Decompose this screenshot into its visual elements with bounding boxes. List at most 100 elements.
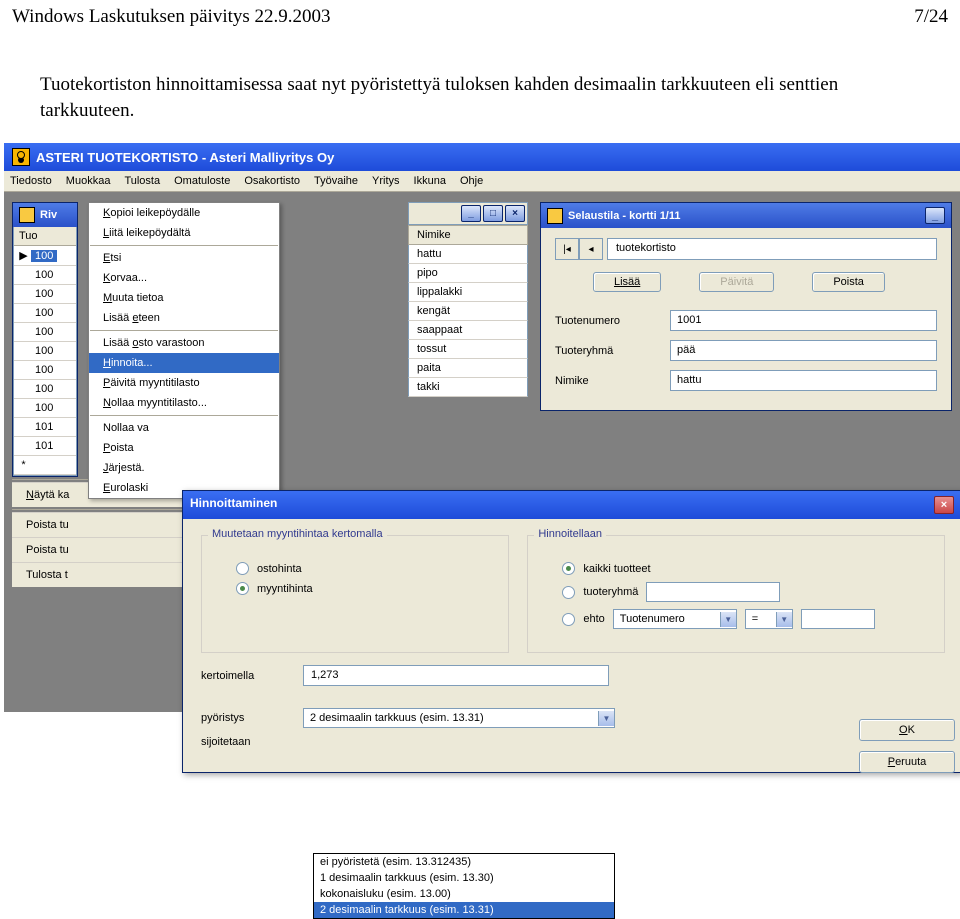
col-min-icon[interactable]: _ — [461, 205, 481, 222]
radio-ostohinta[interactable]: ostohinta — [236, 562, 492, 575]
dialog-close-icon[interactable]: × — [934, 496, 954, 514]
menu-tiedosto[interactable]: Tiedosto — [10, 175, 52, 187]
grid-row[interactable]: 100 — [14, 304, 76, 323]
dialog-titlebar: Hinnoittaminen × — [183, 491, 960, 519]
grid-row[interactable]: 100 — [14, 361, 76, 380]
menu-item[interactable]: Muuta tietoa — [89, 288, 279, 308]
grid-window-caption: Riv — [40, 209, 57, 221]
browse-min-icon[interactable]: _ — [925, 207, 945, 224]
form-row: Tuoteryhmäpää — [555, 340, 937, 361]
menu-tyovaihe[interactable]: Työvaihe — [314, 175, 358, 187]
radio-product-group[interactable]: tuoteryhmä — [562, 582, 928, 602]
nimike-header[interactable]: Nimike — [408, 225, 528, 245]
page-description: Tuotekortiston hinnoittamisessa saat nyt… — [0, 32, 960, 141]
delete-button[interactable]: Poista — [812, 272, 885, 292]
add-button[interactable]: Lisää — [593, 272, 661, 292]
nimike-item[interactable]: paita — [408, 359, 528, 378]
field-label: Nimike — [555, 375, 670, 387]
field-label: Tuoteryhmä — [555, 345, 670, 357]
menu-yritys[interactable]: Yritys — [372, 175, 400, 187]
nav-prev-button[interactable]: ◂ — [579, 238, 603, 260]
condition-op-combo[interactable]: =▼ — [745, 609, 793, 629]
col-max-icon[interactable]: □ — [483, 205, 503, 222]
nav-first-button[interactable]: |◂ — [555, 238, 579, 260]
ok-button[interactable]: OK — [859, 719, 955, 741]
grid-row[interactable]: 100 — [14, 399, 76, 418]
leftact-poista2[interactable]: Poista tu — [12, 537, 196, 562]
pyoristys-dropdown-list[interactable]: ei pyöristetä (esim. 13.312435)1 desimaa… — [313, 853, 615, 919]
group-scope-label: Hinnoitellaan — [534, 528, 606, 540]
menu-osakortisto[interactable]: Osakortisto — [244, 175, 300, 187]
menu-item[interactable]: Päivitä myyntitilasto — [89, 373, 279, 393]
menu-item[interactable]: Hinnoita... — [89, 353, 279, 373]
menu-omatuloste[interactable]: Omatuloste — [174, 175, 230, 187]
nimike-item[interactable]: tossut — [408, 340, 528, 359]
menu-item[interactable]: Nollaa va — [89, 418, 279, 438]
kerroin-label: kertoimella — [201, 670, 293, 682]
menu-item[interactable]: Lisää osto varastoon — [89, 333, 279, 353]
menu-ikkuna[interactable]: Ikkuna — [414, 175, 446, 187]
grid-row[interactable]: 100 — [14, 342, 76, 361]
browse-window: Selaustila - kortti 1/11 _ |◂ ◂ tuotekor… — [540, 202, 952, 411]
menu-item[interactable]: Etsi — [89, 248, 279, 268]
doc-header-right: 7/24 — [914, 6, 948, 28]
product-group-input[interactable] — [646, 582, 780, 602]
grid-row[interactable]: 101 — [14, 437, 76, 456]
nimike-item[interactable]: kengät — [408, 302, 528, 321]
kerroin-input[interactable]: 1,273 — [303, 665, 609, 686]
col-window-controls: _ □ × — [408, 202, 528, 225]
menu-tulosta[interactable]: Tulosta — [124, 175, 160, 187]
app-window: ASTERI TUOTEKORTISTO - Asteri Malliyrity… — [4, 143, 960, 712]
grid-row[interactable]: 100 — [14, 380, 76, 399]
grid-row[interactable]: ▶100 — [14, 246, 76, 266]
menubar[interactable]: Tiedosto Muokkaa Tulosta Omatuloste Osak… — [4, 171, 960, 192]
dropdown-option[interactable]: 1 desimaalin tarkkuus (esim. 13.30) — [314, 870, 614, 886]
nimike-item[interactable]: takki — [408, 378, 528, 397]
menu-item[interactable]: Kopioi leikepöydälle — [89, 203, 279, 223]
nimike-item[interactable]: hattu — [408, 245, 528, 264]
browse-titlebar: Selaustila - kortti 1/11 _ — [541, 203, 951, 228]
nimike-item[interactable]: saappaat — [408, 321, 528, 340]
dialog-title: Hinnoittaminen — [190, 496, 277, 514]
field-input[interactable]: hattu — [670, 370, 937, 391]
menu-ohje[interactable]: Ohje — [460, 175, 483, 187]
grid-row[interactable]: 101 — [14, 418, 76, 437]
nimike-item[interactable]: lippalakki — [408, 283, 528, 302]
dropdown-option[interactable]: 2 desimaalin tarkkuus (esim. 13.31) — [314, 902, 614, 918]
grid-window-icon — [19, 207, 35, 223]
cancel-button[interactable]: Peruuta — [859, 751, 955, 773]
dropdown-option[interactable]: kokonaisluku (esim. 13.00) — [314, 886, 614, 902]
menu-item[interactable]: Järjestä. — [89, 458, 279, 478]
grid-col-header[interactable]: Tuo — [14, 227, 76, 246]
grid-row[interactable]: 100 — [14, 266, 76, 285]
nav-source-text: tuotekortisto — [607, 238, 937, 260]
pricing-dialog: Hinnoittaminen × Muutetaan myyntihintaa … — [182, 490, 960, 773]
grid-new-row[interactable]: * — [14, 456, 76, 475]
menu-item[interactable]: Poista — [89, 438, 279, 458]
doc-header-left: Windows Laskutuksen päivitys 22.9.2003 — [12, 6, 331, 28]
dropdown-option[interactable]: ei pyöristetä (esim. 13.312435) — [314, 854, 614, 870]
leftact-poista1[interactable]: Poista tu — [12, 512, 196, 537]
grid-row[interactable]: 100 — [14, 323, 76, 342]
menu-item[interactable]: Nollaa myyntitilasto... — [89, 393, 279, 413]
titlebar: ASTERI TUOTEKORTISTO - Asteri Malliyrity… — [4, 143, 960, 171]
pyoristys-combo[interactable]: 2 desimaalin tarkkuus (esim. 13.31)▼ — [303, 708, 615, 728]
radio-myyntihinta[interactable]: myyntihinta — [236, 582, 492, 595]
condition-field-combo[interactable]: Tuotenumero▼ — [613, 609, 737, 629]
condition-value-input[interactable] — [801, 609, 875, 629]
menu-muokkaa[interactable]: Muokkaa — [66, 175, 111, 187]
menu-item[interactable]: Korvaa... — [89, 268, 279, 288]
field-input[interactable]: 1001 — [670, 310, 937, 331]
leftact-tulosta[interactable]: Tulosta t — [12, 562, 196, 587]
nimike-item[interactable]: pipo — [408, 264, 528, 283]
menu-item[interactable]: Liitä leikepöydältä — [89, 223, 279, 243]
grid-window: Riv Tuo ▶1001001001001001001001001001011… — [12, 202, 78, 477]
col-close-icon[interactable]: × — [505, 205, 525, 222]
browse-icon — [547, 208, 563, 224]
field-input[interactable]: pää — [670, 340, 937, 361]
radio-condition[interactable]: ehto Tuotenumero▼ =▼ — [562, 609, 928, 629]
grid-row[interactable]: 100 — [14, 285, 76, 304]
sijoitetaan-label: sijoitetaan — [201, 736, 293, 748]
menu-item[interactable]: Lisää eteen — [89, 308, 279, 328]
radio-all-products[interactable]: kaikki tuotteet — [562, 562, 928, 575]
